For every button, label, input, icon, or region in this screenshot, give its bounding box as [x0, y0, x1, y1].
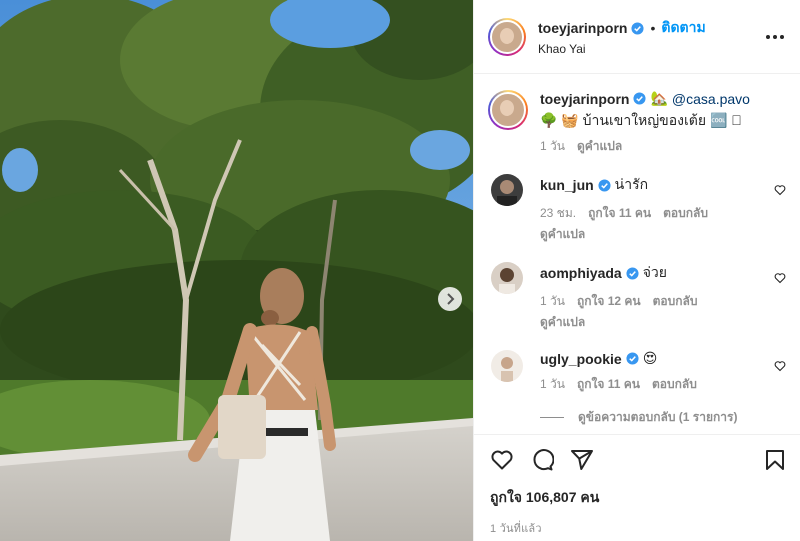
basket-emoji: 🧺 — [561, 112, 579, 128]
comment-age[interactable]: 1 วัน — [540, 292, 565, 311]
comment-heart-icon[interactable] — [774, 360, 786, 372]
comment-heart-icon[interactable] — [774, 272, 786, 284]
verified-badge-icon — [598, 178, 611, 192]
comment-translate-link[interactable]: ดูคำแปล — [540, 225, 764, 244]
reply-button[interactable]: ตอบกลับ — [652, 375, 697, 394]
view-replies-button[interactable]: ดูข้อความตอบกลับ (1 รายการ) — [540, 408, 786, 427]
caption-age[interactable]: 1 วัน — [540, 137, 565, 156]
comment-age[interactable]: 23 ชม. — [540, 204, 576, 223]
caption-avatar[interactable] — [488, 90, 528, 130]
caption-username[interactable]: toeyjarinporn — [540, 91, 629, 107]
caption-translate-link[interactable]: ดูคำแปล — [577, 137, 622, 156]
tree-emoji: 🌳 — [540, 112, 558, 128]
comment-item: ugly_pookie 😍 1 วัน ถูกใจ 11 คน ตอบกลับ — [488, 350, 786, 394]
comment-heart-icon[interactable] — [774, 184, 786, 196]
comment-likes[interactable]: ถูกใจ 12 คน — [577, 292, 641, 311]
caption-body: บ้านเขาใหญ่ของเต้ย — [582, 112, 707, 128]
chevron-right-icon — [447, 293, 455, 305]
comment-translate-link[interactable]: ดูคำแปล — [540, 313, 764, 332]
verified-badge-icon — [626, 352, 639, 365]
follow-button[interactable]: ติดตาม — [661, 17, 705, 39]
verified-badge-icon — [626, 266, 639, 280]
post-caption: toeyjarinporn 🏡 @casa.pavo 🌳 🧺 บ้านเขาให… — [488, 90, 786, 156]
reply-button[interactable]: ตอบกลับ — [663, 204, 708, 223]
post-actions: ถูกใจ 106,807 คน 1 วันที่แล้ว — [474, 434, 800, 537]
verified-badge-icon — [633, 92, 647, 105]
post-time[interactable]: 1 วันที่แล้ว — [490, 519, 787, 537]
more-options-icon[interactable] — [766, 30, 784, 44]
post-photo[interactable] — [0, 0, 473, 541]
comment-likes[interactable]: ถูกใจ 11 คน — [588, 204, 651, 223]
post-side-panel: toeyjarinporn • ติดตาม Khao Yai toeyjari… — [473, 0, 800, 541]
post-location[interactable]: Khao Yai — [538, 42, 706, 56]
commenter-avatar[interactable] — [491, 262, 523, 294]
comment-icon[interactable] — [530, 448, 554, 472]
author-username[interactable]: toeyjarinporn — [538, 20, 627, 36]
separator-dot: • — [650, 20, 656, 36]
post-header: toeyjarinporn • ติดตาม Khao Yai — [474, 0, 800, 74]
comment-item: kun_jun น่ารัก 23 ชม. ถูกใจ 11 คน ตอบกลั… — [488, 174, 786, 244]
verified-badge-icon — [631, 21, 645, 35]
heart-icon[interactable] — [490, 448, 514, 472]
comment-text: จ่วย — [642, 264, 667, 280]
commenter-avatar[interactable] — [491, 350, 523, 382]
photo-illustration — [0, 0, 473, 541]
reply-button[interactable]: ตอบกลับ — [653, 292, 698, 311]
caption-meta: 1 วัน ดูคำแปล — [540, 137, 786, 156]
header-text: toeyjarinporn • ติดตาม Khao Yai — [538, 17, 706, 56]
caption-text: 🌳 🧺 บ้านเขาใหญ่ของเต้ย 🆒 🏻 — [540, 111, 786, 129]
commenter-username[interactable]: kun_jun — [540, 177, 594, 193]
commenter-username[interactable]: ugly_pookie — [540, 351, 622, 367]
mention-link[interactable]: @casa.pavo — [672, 91, 750, 107]
comments-list[interactable]: toeyjarinporn 🏡 @casa.pavo 🌳 🧺 บ้านเขาให… — [474, 74, 800, 434]
comment-age[interactable]: 1 วัน — [540, 375, 565, 394]
house-emoji: 🏡 — [650, 90, 668, 106]
bookmark-icon[interactable] — [763, 448, 787, 472]
replies-divider — [540, 417, 564, 418]
next-photo-button[interactable] — [438, 287, 462, 311]
caption-tail-emoji: 🆒 🏻 — [709, 112, 742, 128]
likes-count[interactable]: ถูกใจ 106,807 คน — [490, 487, 787, 509]
commenter-username[interactable]: aomphiyada — [540, 265, 622, 281]
comment-item: aomphiyada จ่วย 1 วัน ถูกใจ 12 คน ตอบกลั… — [488, 262, 786, 332]
author-avatar[interactable] — [488, 17, 526, 56]
share-icon[interactable] — [570, 448, 594, 472]
action-icons — [490, 447, 787, 473]
comment-likes[interactable]: ถูกใจ 11 คน — [577, 375, 640, 394]
instagram-post-view: toeyjarinporn • ติดตาม Khao Yai toeyjari… — [0, 0, 800, 541]
commenter-avatar[interactable] — [491, 174, 523, 206]
view-replies-label: ดูข้อความตอบกลับ (1 รายการ) — [578, 410, 738, 424]
comment-text: 😍 — [642, 350, 658, 366]
comment-text: น่ารัก — [614, 176, 649, 192]
